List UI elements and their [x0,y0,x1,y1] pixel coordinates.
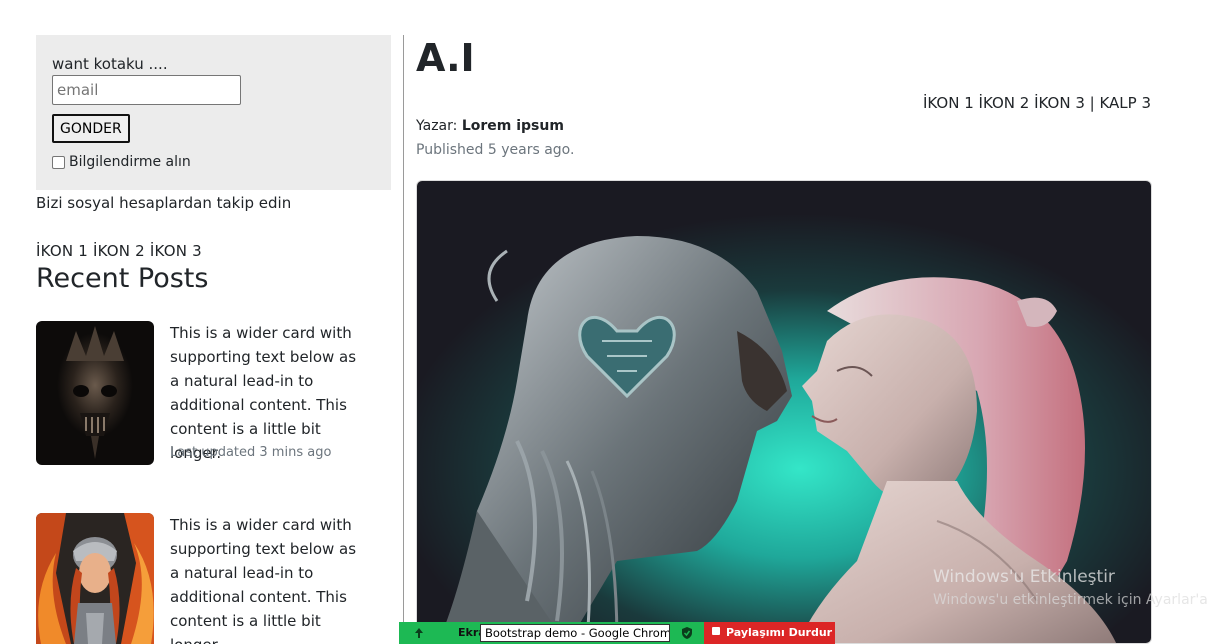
post-icons-text[interactable]: İKON 1 İKON 2 İKON 3 | KALP 3 [923,94,1151,112]
card-text: This is a wider card with supporting tex… [170,516,357,644]
share-info-area: Ekra Bootstrap demo - Google Chrome [399,622,704,644]
windows-activate-subtitle: Windows'u etkinleştirmek için Ayarlar'a … [933,592,1213,608]
page: want kotaku .... GONDER Bilgilendirme al… [0,0,1213,644]
send-button[interactable]: GONDER [52,114,130,143]
subscribe-label: want kotaku .... [52,55,168,73]
notify-checkbox[interactable] [52,155,65,169]
stop-sharing-button[interactable]: Paylaşımı Durdur [704,622,835,644]
author-prefix: Yazar: [416,118,458,134]
screen-share-bar: Ekra Bootstrap demo - Google Chrome Payl… [399,622,835,644]
fire-warrior-thumbnail[interactable] [36,513,154,644]
card-text: This is a wider card with supporting tex… [170,324,357,462]
recent-posts-title: Recent Posts [36,263,209,294]
windows-activate-title: Windows'u Etkinleştir [933,567,1115,587]
author-line: Yazar: Lorem ipsum [416,118,564,134]
subscribe-box: want kotaku .... GONDER Bilgilendirme al… [36,35,391,190]
card-updated: Last updated 3 mins ago [170,445,332,460]
post-title: A.I [416,36,475,80]
follow-text: Bizi sosyal hesaplardan takip edin [36,194,292,212]
column-divider [403,35,404,644]
social-icons-text[interactable]: İKON 1 İKON 2 İKON 3 [36,242,202,260]
shield-check-icon [682,627,692,639]
dark-skull-thumbnail[interactable] [36,321,154,465]
stop-sharing-label: Paylaşımı Durdur [726,626,833,639]
published-date: Published 5 years ago. [416,142,575,158]
shared-tab-title: Bootstrap demo - Google Chrome [480,624,670,642]
share-arrow-icon[interactable] [411,625,427,641]
stop-icon [712,627,720,635]
author-name: Lorem ipsum [461,118,564,134]
notify-label: Bilgilendirme alın [69,154,191,170]
email-field[interactable] [52,75,241,105]
notify-checkbox-row[interactable]: Bilgilendirme alın [52,154,191,170]
